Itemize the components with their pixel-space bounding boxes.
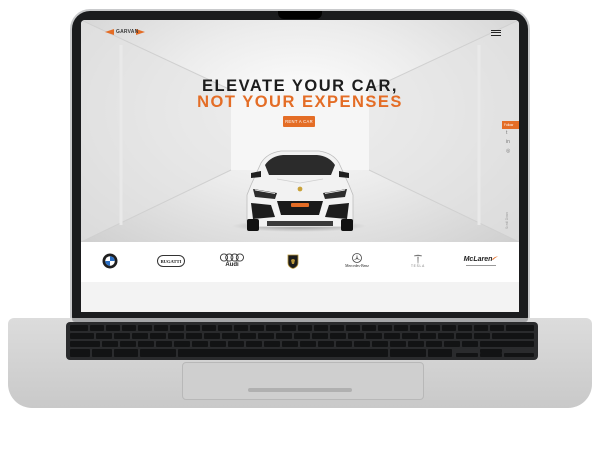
mclaren-wordmark: McLaren	[463, 256, 493, 263]
brand-logo[interactable]: GARVAN	[105, 28, 145, 36]
audi-logo-icon[interactable]: Audi	[219, 250, 245, 272]
mercedes-wordmark: Mercedes-Benz	[345, 264, 369, 268]
instagram-icon[interactable]: ◎	[502, 147, 519, 156]
lamborghini-logo-icon[interactable]	[286, 250, 300, 272]
trackpad	[182, 362, 424, 400]
linkedin-icon[interactable]: in	[502, 138, 519, 147]
bmw-logo-icon[interactable]	[99, 250, 121, 272]
camera-notch	[278, 11, 322, 19]
mclaren-logo-icon[interactable]: McLaren	[459, 250, 503, 272]
page-footer-area	[81, 282, 519, 312]
hero-headline: ELEVATE YOUR CAR, NOT YOUR EXPENSES	[81, 77, 519, 111]
headline-line-1: ELEVATE YOUR CAR,	[201, 77, 399, 95]
rent-a-car-button[interactable]: RENT A CAR	[283, 116, 315, 127]
brand-logos-strip: BUGATTI Audi Mercedes-Benz TESLA McLaren	[81, 242, 519, 282]
bugatti-wordmark: BUGATTI	[161, 259, 182, 264]
keyboard	[66, 322, 538, 360]
scroll-down-label[interactable]: Scroll Down	[505, 212, 509, 229]
follow-label: Follow	[502, 121, 519, 129]
logo-text: GARVAN	[116, 29, 139, 35]
twitter-icon[interactable]: t	[502, 129, 519, 138]
top-navigation: GARVAN	[81, 20, 519, 42]
hero-section: GARVAN ELEVATE YOUR CAR, NOT YOUR EXPENS…	[81, 20, 519, 242]
audi-wordmark: Audi	[225, 262, 239, 268]
keyboard-keys	[70, 325, 534, 357]
base-opening-notch	[248, 388, 352, 392]
tesla-logo-icon[interactable]: TESLA	[408, 250, 428, 272]
mclaren-swoosh-icon	[492, 256, 499, 260]
bugatti-logo-icon[interactable]: BUGATTI	[157, 250, 185, 272]
headline-line-2: NOT YOUR EXPENSES	[197, 93, 403, 111]
mercedes-logo-icon[interactable]: Mercedes-Benz	[337, 250, 377, 272]
car-image	[246, 150, 354, 231]
mclaren-underline	[466, 265, 496, 266]
mclaren-wordmark-row: McLaren	[464, 256, 499, 264]
laptop-screen: GARVAN ELEVATE YOUR CAR, NOT YOUR EXPENS…	[81, 20, 519, 312]
hamburger-menu-icon[interactable]	[491, 28, 501, 37]
tesla-wordmark: TESLA	[410, 263, 426, 268]
social-sidebar: Follow t in ◎	[502, 121, 519, 156]
laptop-lid: GARVAN ELEVATE YOUR CAR, NOT YOUR EXPENS…	[72, 11, 528, 321]
